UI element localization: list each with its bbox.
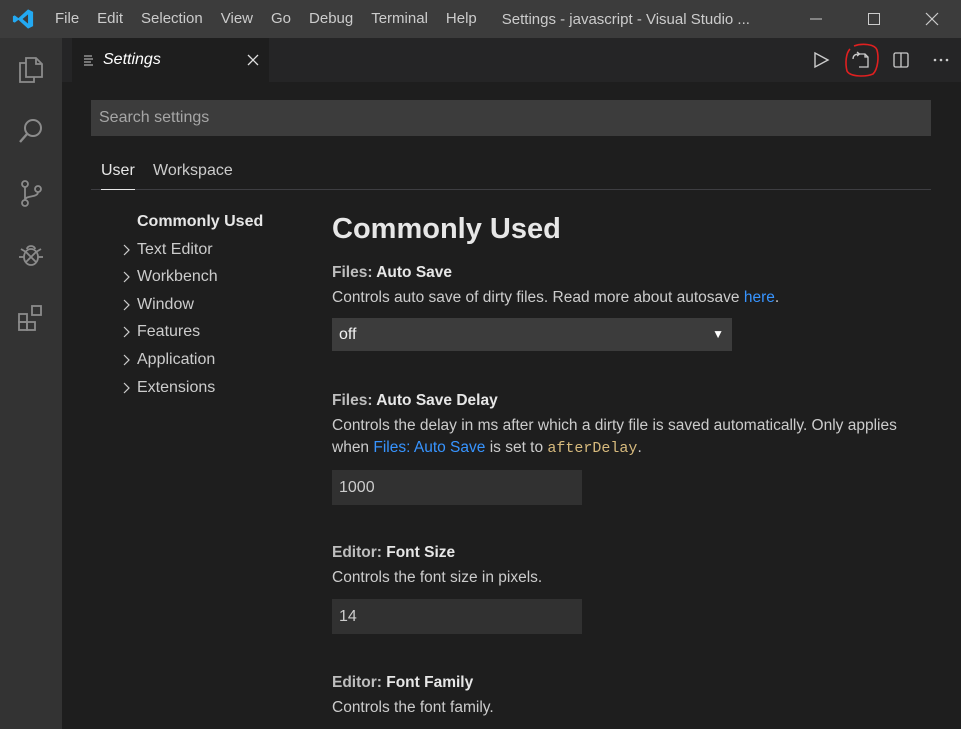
menu-edit[interactable]: Edit [88, 0, 132, 38]
auto-save-select[interactable]: off ▼ [332, 318, 732, 351]
menu-help[interactable]: Help [437, 0, 486, 38]
chevron-right-icon [123, 244, 130, 256]
toc-item-workbench[interactable]: Workbench [116, 263, 326, 291]
search-view-button[interactable] [0, 100, 62, 162]
setting-description: Controls auto save of dirty files. Read … [332, 289, 780, 306]
settings-editor: User Workspace Commonly Used Text Editor… [62, 82, 961, 729]
vscode-logo [0, 0, 46, 38]
setting-editor-font-size: Editor: Font Size Controls the font size… [332, 542, 932, 634]
toc-item-features[interactable]: Features [116, 318, 326, 346]
extensions-icon [18, 305, 42, 331]
chevron-right-icon [123, 271, 130, 283]
search-settings-input[interactable] [91, 100, 931, 136]
setting-title: Files: Auto Save Delay [332, 392, 498, 409]
settings-toc: Commonly Used Text Editor Workbench Wind… [116, 208, 326, 401]
explorer-button[interactable] [0, 38, 62, 100]
setting-description: Controls the delay in ms after which a d… [332, 417, 897, 457]
auto-save-delay-input[interactable]: 1000 [332, 470, 582, 505]
minimize-button[interactable] [787, 0, 845, 38]
dropdown-arrow-icon: ▼ [712, 327, 724, 341]
tab-close-button[interactable] [243, 50, 263, 70]
activity-bar [0, 38, 62, 729]
menu-view[interactable]: View [212, 0, 262, 38]
source-control-icon [21, 180, 42, 207]
tab-settings[interactable]: Settings [72, 38, 269, 82]
more-actions-icon [933, 58, 949, 62]
toc-item-application[interactable]: Application [116, 346, 326, 374]
code-after-delay: afterDelay [547, 440, 638, 457]
menu-go[interactable]: Go [262, 0, 300, 38]
settings-list: Commonly Used Files: Auto Save Controls … [332, 208, 952, 716]
chevron-right-icon [123, 326, 130, 338]
editor-actions [801, 38, 961, 82]
editor-tab-bar: Settings [62, 38, 961, 82]
close-icon [247, 54, 259, 66]
maximize-icon [868, 13, 880, 25]
setting-title: Editor: Font Size [332, 544, 456, 561]
run-button[interactable] [801, 38, 841, 82]
setting-title: Files: Auto Save [332, 264, 453, 281]
tab-user[interactable]: User [101, 152, 135, 190]
setting-description: Controls the font family. [332, 699, 494, 716]
split-editor-button[interactable] [881, 38, 921, 82]
setting-files-auto-save-delay: Files: Auto Save Delay Controls the dela… [332, 390, 932, 505]
setting-description: Controls the font size in pixels. [332, 569, 543, 586]
chevron-right-icon [123, 382, 130, 393]
menu-debug[interactable]: Debug [300, 0, 362, 38]
source-control-button[interactable] [0, 162, 62, 224]
tab-label: Settings [103, 51, 161, 68]
minimize-icon [810, 18, 822, 20]
files-auto-save-link[interactable]: Files: Auto Save [373, 439, 485, 456]
chevron-right-icon [123, 299, 130, 311]
font-size-input[interactable]: 14 [332, 599, 582, 634]
close-icon [925, 12, 939, 26]
close-window-button[interactable] [903, 0, 961, 38]
extensions-button[interactable] [0, 286, 62, 348]
setting-files-auto-save: Files: Auto Save Controls auto save of d… [332, 262, 932, 351]
split-editor-icon [893, 52, 909, 68]
run-icon [814, 51, 830, 69]
section-title: Commonly Used [332, 213, 561, 245]
open-settings-json-icon [852, 51, 869, 68]
open-settings-json-button[interactable] [841, 38, 881, 82]
autosave-docs-link[interactable]: here [744, 289, 775, 306]
menu-selection[interactable]: Selection [132, 0, 212, 38]
title-bar: File Edit Selection View Go Debug Termin… [0, 0, 961, 38]
more-actions-button[interactable] [921, 38, 961, 82]
toc-item-commonly-used[interactable]: Commonly Used [116, 208, 326, 236]
menu-file[interactable]: File [46, 0, 88, 38]
debug-icon [19, 245, 43, 266]
maximize-button[interactable] [845, 0, 903, 38]
window-title: Settings - javascript - Visual Studio ..… [501, 10, 750, 28]
menu-terminal[interactable]: Terminal [362, 0, 437, 38]
setting-title: Editor: Font Family [332, 674, 474, 691]
search-icon [19, 119, 42, 143]
toc-item-extensions[interactable]: Extensions [116, 374, 326, 402]
tab-workspace[interactable]: Workspace [153, 152, 233, 190]
window-controls [787, 0, 961, 38]
toc-item-window[interactable]: Window [116, 291, 326, 319]
chevron-right-icon [123, 354, 130, 366]
setting-editor-font-family: Editor: Font Family Controls the font fa… [332, 672, 932, 719]
settings-list-icon [84, 55, 93, 66]
explorer-icon [19, 57, 43, 83]
menu-bar: File Edit Selection View Go Debug Termin… [46, 0, 486, 38]
settings-scope-tabs: User Workspace [91, 152, 931, 190]
toc-item-text-editor[interactable]: Text Editor [116, 236, 326, 264]
debug-button[interactable] [0, 224, 62, 286]
